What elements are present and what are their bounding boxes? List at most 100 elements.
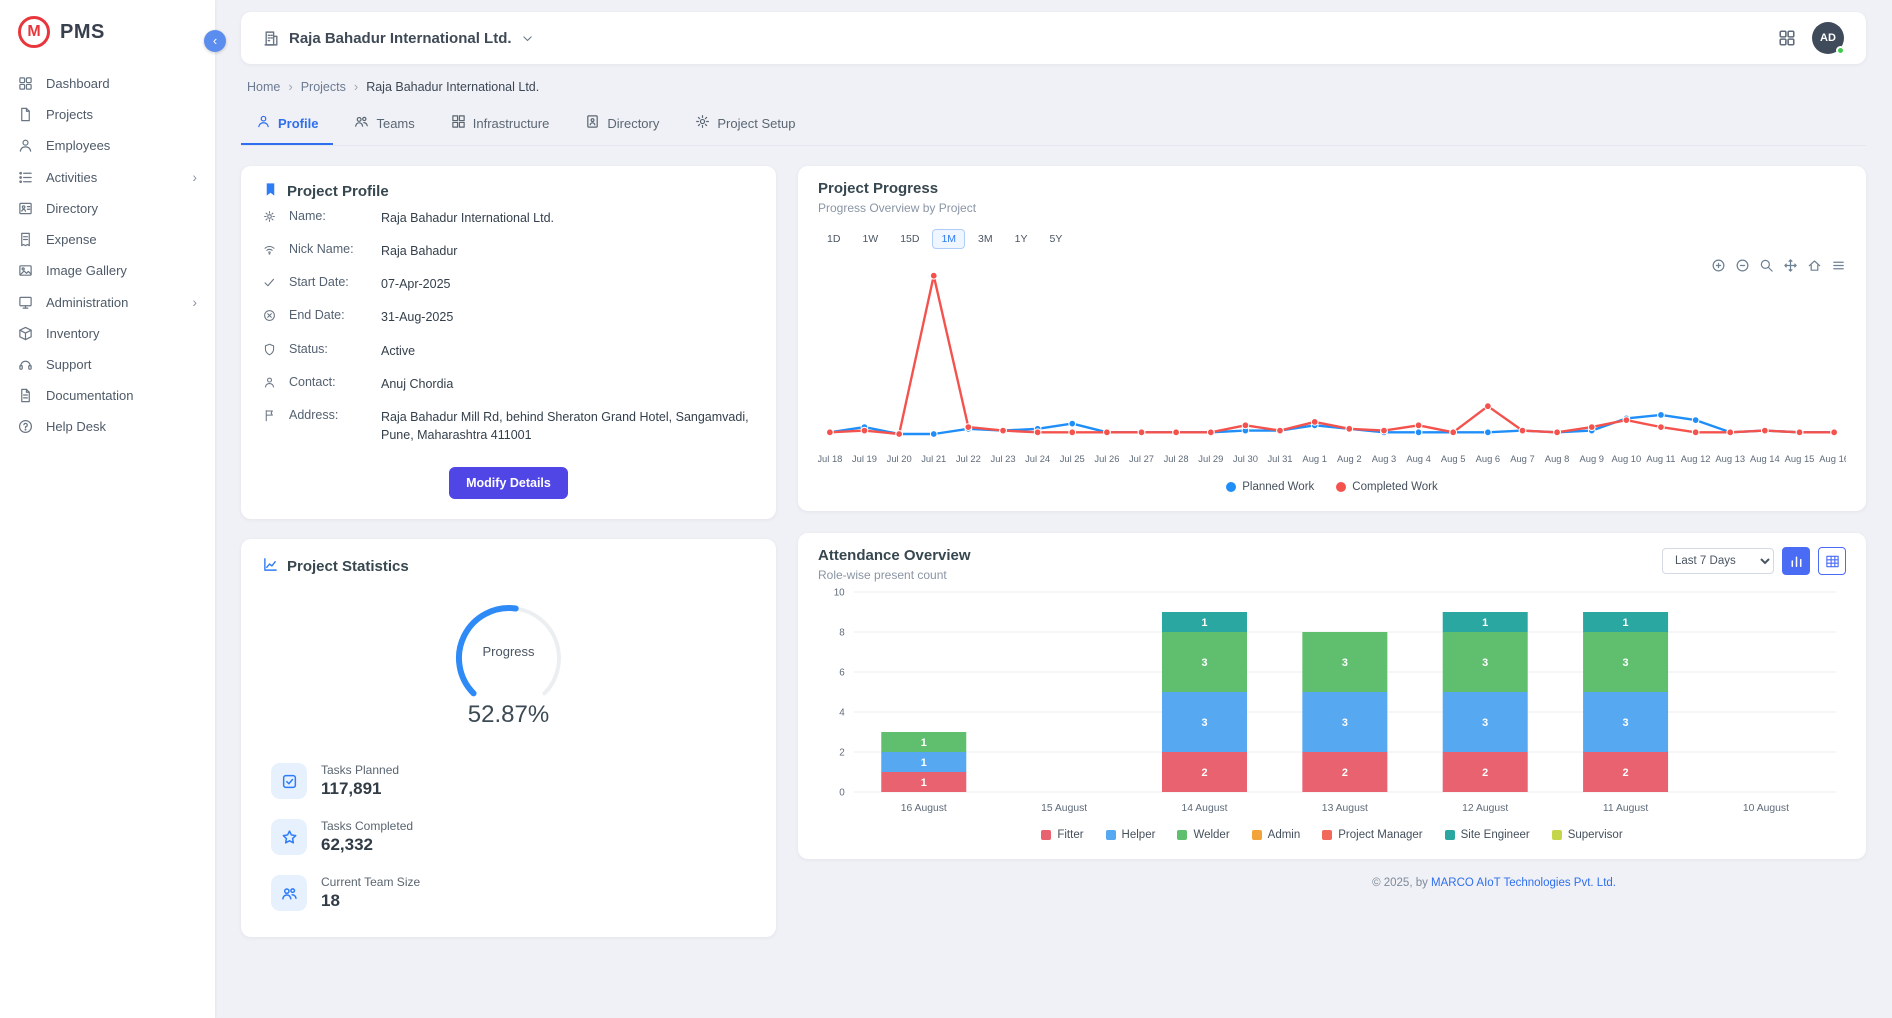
svg-text:2: 2 xyxy=(1201,767,1207,779)
range-5y-button[interactable]: 5Y xyxy=(1040,229,1071,249)
svg-text:3: 3 xyxy=(1342,717,1348,729)
legend-item-helper[interactable]: Helper xyxy=(1106,829,1156,841)
sidebar-item-image-gallery[interactable]: Image Gallery xyxy=(0,255,215,286)
date-range-select[interactable]: Last 7 Days xyxy=(1662,548,1774,574)
sidebar-item-label: Support xyxy=(46,357,92,372)
svg-text:1: 1 xyxy=(921,757,927,769)
home-reset-icon[interactable] xyxy=(1807,258,1822,273)
tab-teams[interactable]: Teams xyxy=(339,104,429,145)
range-15d-button[interactable]: 15D xyxy=(891,229,928,249)
sidebar-item-expense[interactable]: Expense xyxy=(0,224,215,255)
table-view-button[interactable] xyxy=(1818,547,1846,575)
field-start-date: Start Date: 07-Apr-2025 xyxy=(263,267,754,300)
zoom-selection-icon[interactable] xyxy=(1759,258,1774,273)
chart-subtitle: Progress Overview by Project xyxy=(818,201,1846,215)
tab-directory[interactable]: Directory xyxy=(570,104,674,145)
sidebar-item-label: Administration xyxy=(46,295,128,310)
sidebar-item-dashboard[interactable]: Dashboard xyxy=(0,68,215,99)
gear-icon xyxy=(695,114,710,132)
field-nick-name: Nick Name: Raja Bahadur xyxy=(263,234,754,267)
topbar-actions: AD xyxy=(1778,22,1844,54)
svg-text:3: 3 xyxy=(1482,717,1488,729)
sidebar-item-label: Projects xyxy=(46,107,93,122)
field-end-date: End Date: 31-Aug-2025 xyxy=(263,300,754,333)
svg-text:Jul 31: Jul 31 xyxy=(1267,454,1292,465)
range-1d-button[interactable]: 1D xyxy=(818,229,849,249)
zoom-in-icon[interactable] xyxy=(1711,258,1726,273)
sidebar-menu: Dashboard Projects Employees Activities … xyxy=(0,68,215,442)
svg-text:0: 0 xyxy=(839,787,845,798)
field-label: Address: xyxy=(289,408,381,422)
legend-item-admin[interactable]: Admin xyxy=(1252,829,1301,841)
svg-text:Jul 21: Jul 21 xyxy=(921,454,946,465)
main-content: Raja Bahadur International Ltd. AD Home … xyxy=(215,0,1892,1018)
company-link[interactable]: MARCO AIoT Technologies Pvt. Ltd. xyxy=(1431,877,1616,889)
sidebar-item-administration[interactable]: Administration › xyxy=(0,286,215,318)
stat-list: Tasks Planned 117,891 Tasks Completed 62… xyxy=(263,763,754,911)
sidebar-item-projects[interactable]: Projects xyxy=(0,99,215,130)
logo-text: PMS xyxy=(60,21,105,44)
sidebar-item-employees[interactable]: Employees xyxy=(0,130,215,161)
sidebar-collapse-button[interactable]: ‹ xyxy=(204,30,226,52)
project-progress-line-chart[interactable]: Jul 18Jul 19Jul 20Jul 21Jul 22Jul 23Jul … xyxy=(818,249,1846,479)
field-status: Status: Active xyxy=(263,334,754,367)
sidebar-item-help-desk[interactable]: Help Desk xyxy=(0,411,215,442)
range-1m-button[interactable]: 1M xyxy=(932,229,965,249)
range-1y-button[interactable]: 1Y xyxy=(1006,229,1037,249)
stat-label: Tasks Planned xyxy=(321,763,399,777)
zoom-out-icon[interactable] xyxy=(1735,258,1750,273)
svg-text:10 August: 10 August xyxy=(1743,803,1789,814)
breadcrumb-home[interactable]: Home xyxy=(247,80,280,94)
svg-text:2: 2 xyxy=(839,747,845,758)
legend-item-planned-work[interactable]: Planned Work xyxy=(1226,481,1314,493)
user-avatar[interactable]: AD xyxy=(1812,22,1844,54)
field-label: Start Date: xyxy=(289,275,381,289)
tab-infrastructure[interactable]: Infrastructure xyxy=(436,104,565,145)
sidebar-item-directory[interactable]: Directory xyxy=(0,193,215,224)
legend-item-fitter[interactable]: Fitter xyxy=(1041,829,1083,841)
stat-value: 18 xyxy=(321,891,420,911)
chart-subtitle: Role-wise present count xyxy=(818,568,971,582)
svg-text:3: 3 xyxy=(1623,717,1629,729)
stat-label: Current Team Size xyxy=(321,875,420,889)
project-tabs: Profile Teams Infrastructure Directory P… xyxy=(241,104,1866,146)
apps-grid-icon[interactable] xyxy=(1778,29,1796,47)
legend-item-site-engineer[interactable]: Site Engineer xyxy=(1445,829,1530,841)
range-3m-button[interactable]: 3M xyxy=(969,229,1002,249)
avatar-initials: AD xyxy=(1820,32,1836,44)
svg-text:1: 1 xyxy=(1482,617,1488,629)
app-logo[interactable]: M PMS xyxy=(0,0,215,62)
sidebar-item-documentation[interactable]: Documentation xyxy=(0,380,215,411)
field-address: Address: Raja Bahadur Mill Rd, behind Sh… xyxy=(263,400,754,451)
copyright-text: © 2025, by xyxy=(1372,877,1431,889)
svg-text:14 August: 14 August xyxy=(1181,803,1227,814)
building-icon xyxy=(263,30,280,47)
sidebar-item-inventory[interactable]: Inventory xyxy=(0,318,215,349)
breadcrumb-projects[interactable]: Projects xyxy=(301,80,346,94)
modify-details-button[interactable]: Modify Details xyxy=(449,467,568,499)
chevron-right-icon: › xyxy=(354,79,358,94)
legend-item-supervisor[interactable]: Supervisor xyxy=(1552,829,1623,841)
bar-chart-view-button[interactable] xyxy=(1782,547,1810,575)
tab-project-setup[interactable]: Project Setup xyxy=(680,104,810,145)
menu-icon[interactable] xyxy=(1831,258,1846,273)
sidebar-item-activities[interactable]: Activities › xyxy=(0,161,215,193)
svg-text:Aug 11: Aug 11 xyxy=(1646,454,1675,465)
legend-item-welder[interactable]: Welder xyxy=(1177,829,1229,841)
legend-item-project-manager[interactable]: Project Manager xyxy=(1322,829,1422,841)
project-statistics-card: Project Statistics Progress 52.87% Tasks… xyxy=(241,539,776,937)
company-selector[interactable]: Raja Bahadur International Ltd. xyxy=(263,30,534,47)
sidebar-item-label: Help Desk xyxy=(46,419,106,434)
stat-label: Tasks Completed xyxy=(321,819,413,833)
svg-text:Jul 20: Jul 20 xyxy=(887,454,912,465)
tab-label: Project Setup xyxy=(717,116,795,131)
sidebar-item-label: Employees xyxy=(46,138,110,153)
svg-text:Aug 8: Aug 8 xyxy=(1545,454,1570,465)
svg-text:Jul 24: Jul 24 xyxy=(1025,454,1050,465)
attendance-bar-chart[interactable]: 024681016 August11115 August14 August233… xyxy=(818,582,1846,827)
pan-icon[interactable] xyxy=(1783,258,1798,273)
range-1w-button[interactable]: 1W xyxy=(853,229,887,249)
legend-item-completed-work[interactable]: Completed Work xyxy=(1336,481,1437,493)
tab-profile[interactable]: Profile xyxy=(241,104,333,145)
sidebar-item-support[interactable]: Support xyxy=(0,349,215,380)
